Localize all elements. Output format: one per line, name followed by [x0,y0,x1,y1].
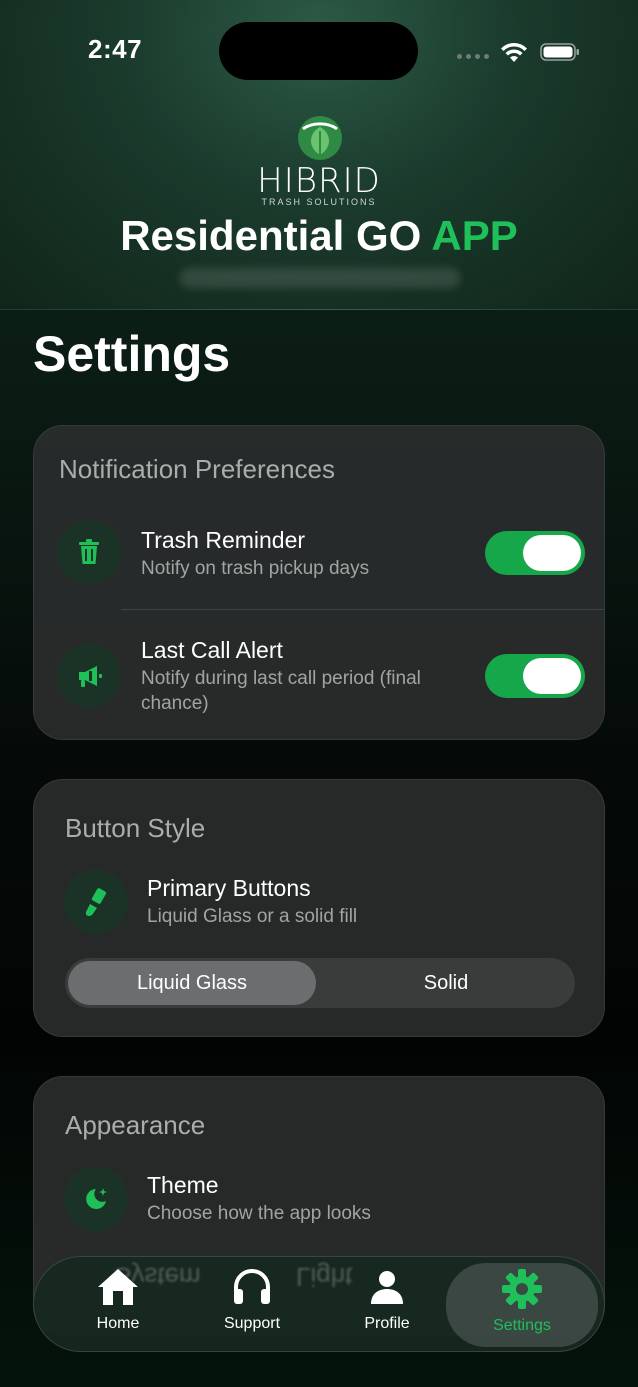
trash-reminder-title: Trash Reminder [141,527,306,553]
logo-subtext: TRASH SOLUTIONS [261,197,377,207]
trash-reminder-toggle[interactable] [485,531,585,575]
leaf-logo-icon [298,116,342,160]
page-title: Settings [33,326,231,382]
last-call-alert-title: Last Call Alert [141,637,283,663]
segment-solid[interactable]: Solid [321,961,571,1005]
trash-reminder-subtitle: Notify on trash pickup days [141,558,370,579]
app-title-main: Residential GO [120,212,432,259]
person-icon [365,1265,409,1309]
signal-icon [457,54,489,59]
notification-preferences-card: Notification Preferences Trash Reminder … [33,425,605,740]
tab-label: Home [96,1315,140,1332]
tab-label: Profile [364,1315,410,1332]
status-bar: 2:47 [0,0,638,100]
moon-icon [64,1167,128,1231]
status-time: 2:47 [88,34,143,64]
paintbrush-icon [64,870,128,934]
trash-icon [57,520,121,584]
divider [121,609,604,610]
blurred-subtitle [180,268,460,288]
gear-icon [500,1267,544,1311]
tab-home[interactable]: Home [48,1265,188,1345]
toggle-knob [523,658,581,694]
battery-icon [540,43,579,61]
tab-bar: System Light Home Support Profile Settin… [33,1256,605,1352]
wifi-icon [501,42,527,62]
button-style-segmented-control: Liquid Glass Solid [65,958,575,1008]
logo-text: HIBRID [257,161,381,201]
tab-support[interactable]: Support [182,1265,322,1345]
tab-profile[interactable]: Profile [317,1265,457,1345]
segment-liquid-glass[interactable]: Liquid Glass [68,961,316,1005]
tab-settings[interactable]: Settings [446,1263,598,1347]
last-call-alert-subtitle: Notify during last call period (final ch… [141,668,421,714]
toggle-knob [523,535,581,571]
tab-label: Support [223,1315,281,1332]
primary-buttons-subtitle: Liquid Glass or a solid fill [147,906,358,927]
hibrid-logo: HIBRID TRASH SOLUTIONS [252,115,386,210]
app-title: Residential GO APP [0,212,638,260]
button-style-card: Button Style Primary Buttons Liquid Glas… [33,779,605,1037]
last-call-alert-toggle[interactable] [485,654,585,698]
card-title: Button Style [65,813,206,843]
tab-label: Settings [493,1317,551,1334]
megaphone-icon [57,644,121,708]
app-title-accent: APP [431,212,518,259]
dynamic-island [219,22,418,80]
home-icon [96,1265,140,1309]
theme-subtitle: Choose how the app looks [147,1203,371,1224]
theme-title: Theme [147,1172,219,1198]
card-title: Notification Preferences [59,454,336,484]
card-title: Appearance [65,1110,206,1140]
app-header: 2:47 HIBRID TRASH SOLUTIONS Residential … [0,0,638,310]
primary-buttons-title: Primary Buttons [147,875,311,901]
headphones-icon [230,1265,274,1309]
